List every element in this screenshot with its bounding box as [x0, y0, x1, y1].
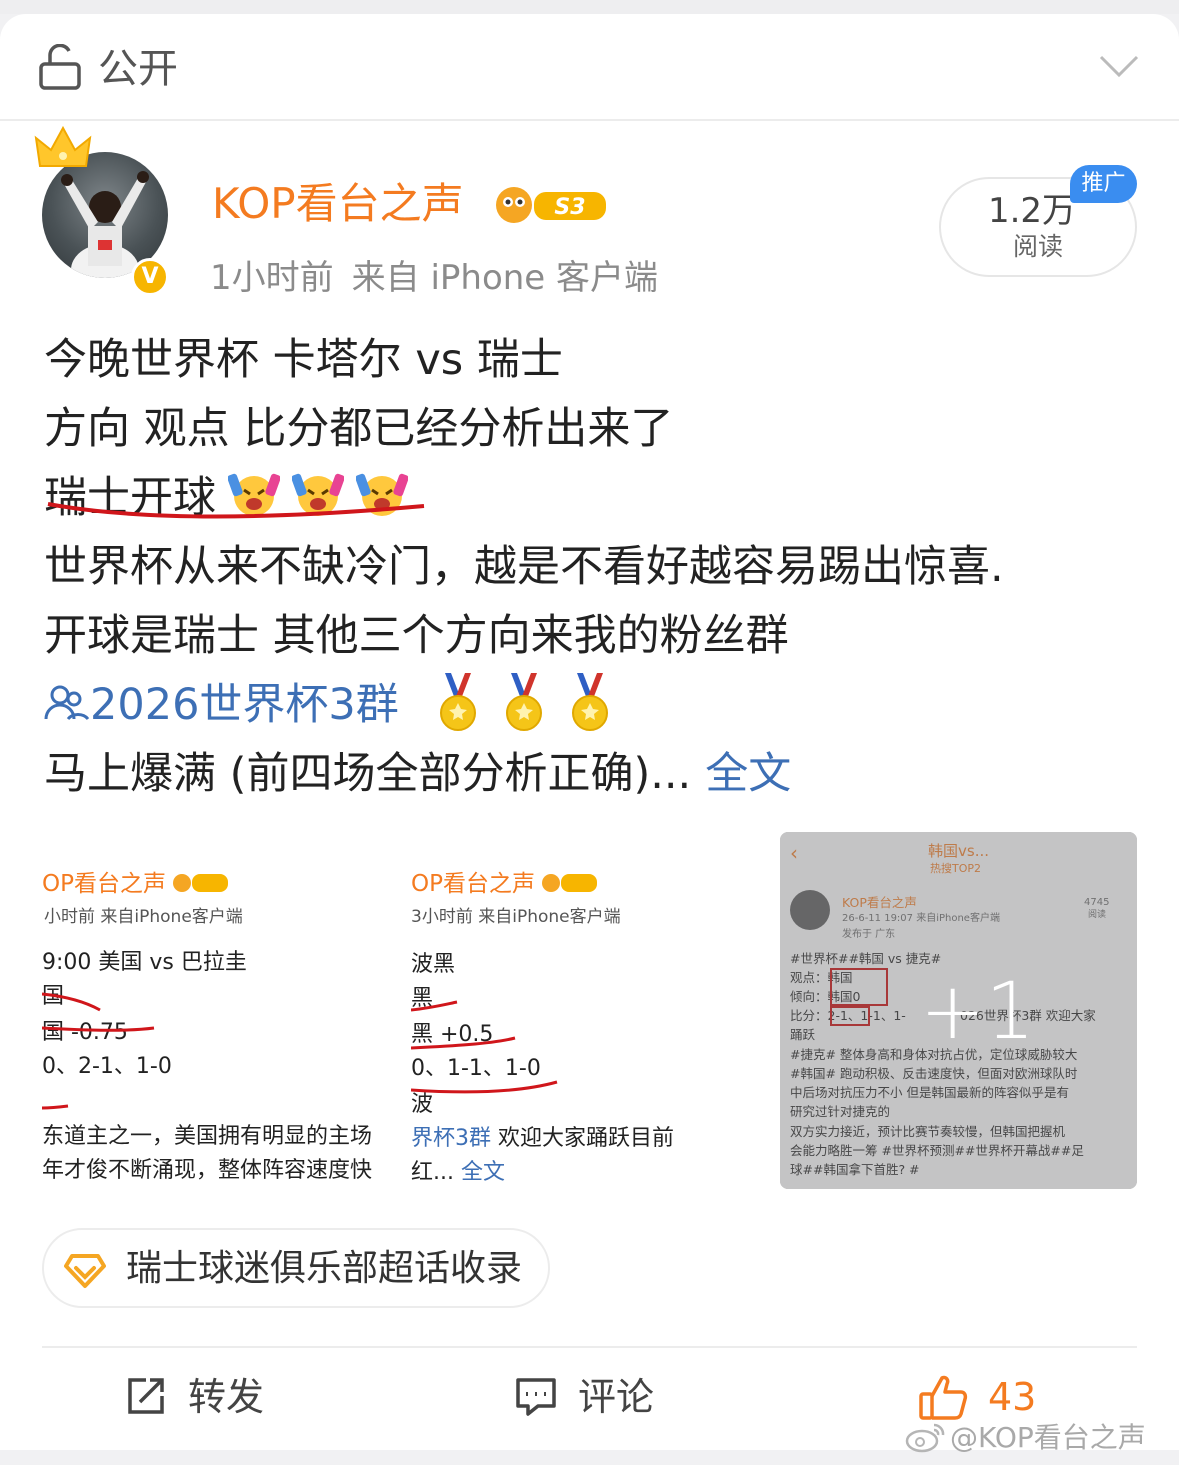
level-badge-text: S3 [554, 195, 585, 220]
thumbs-up-icon [919, 1375, 968, 1420]
post-line-1: 今晚世界杯 卡塔尔 vs 瑞士 [44, 335, 563, 385]
crown-icon [34, 126, 92, 167]
post-source: 来自 iPhone 客户端 [351, 258, 659, 298]
post-line-5: 开球是瑞士 其他三个方向来我的粉丝群 [44, 611, 789, 661]
top-strip [0, 0, 1179, 14]
post-time: 1小时前 [210, 258, 334, 298]
fan-group-link[interactable]: 2026世界杯3群 [44, 680, 399, 730]
post-last-line: 马上爆满 (前四场全部分析正确)... [44, 749, 692, 799]
post-line-6: 2026世界杯3群 [44, 671, 1144, 740]
weibo-watermark: @KOP看台之声 [904, 1418, 1146, 1458]
post-meta: 1小时前 来自 iPhone 客户端 [210, 256, 658, 300]
comment-label: 评论 [578, 1375, 655, 1419]
reads-label: 阅读 [1012, 232, 1063, 261]
red-markup-lines [42, 992, 155, 1110]
post-image-2[interactable]: OP看台之声 3小时前 来自iPhone客户端 波黑 黑 黑 +0.5 0、1-… [411, 832, 768, 1189]
diamond-icon [64, 1254, 106, 1288]
post-line-7: 马上爆满 (前四场全部分析正确)... 全文 [44, 740, 1144, 809]
author-name[interactable]: KOP看台之声 [212, 178, 464, 230]
post-line-4: 世界杯从来不缺冷门，越是不看好越容易踢出惊喜. [44, 542, 1004, 592]
post-image-3[interactable]: ‹ 韩国vs... 热搜TOP2 KOP看台之声 26-6-11 19:07 来… [780, 832, 1137, 1189]
verified-badge: V [131, 258, 169, 296]
more-images-count: +1 [920, 967, 1035, 1057]
promo-tag[interactable]: 推广 [1070, 165, 1137, 203]
post-image-1[interactable]: OP看台之声 小时前 来自iPhone客户端 9:00 美国 vs 巴拉圭 国 … [42, 832, 399, 1189]
repost-icon [128, 1378, 164, 1414]
comment-icon [516, 1378, 556, 1416]
like-count: 43 [988, 1375, 1037, 1419]
visibility-label: 公开 [98, 46, 178, 92]
post-body: 今晚世界杯 卡塔尔 vs 瑞士 方向 观点 比分都已经分析出来了 瑞士开球 世界… [44, 326, 1144, 809]
weibo-logo-icon [905, 1423, 945, 1453]
medal-icon [439, 673, 476, 731]
group-icon [44, 685, 90, 721]
post-line-2: 方向 观点 比分都已经分析出来了 [44, 404, 674, 454]
red-markup-lines [411, 1000, 558, 1094]
super-topic-label: 瑞士球迷俱乐部超话收录 [126, 1248, 523, 1289]
super-topic-tag[interactable]: 瑞士球迷俱乐部超话收录 [42, 1228, 550, 1308]
repost-label: 转发 [188, 1375, 265, 1419]
chevron-down-icon[interactable] [1098, 52, 1140, 80]
divider [42, 1346, 1137, 1348]
full-text-link[interactable]: 全文 [705, 749, 791, 799]
fan-group-label: 2026世界杯3群 [90, 680, 399, 730]
visibility-selector[interactable]: 公开 [0, 14, 1179, 121]
level-badge-icon: S3 [496, 187, 606, 223]
unlock-icon [39, 44, 81, 90]
medal-icon [505, 673, 542, 731]
red-underline-mark [47, 502, 425, 519]
medal-icon [571, 673, 608, 731]
post-card: 公开 V KOP看台之声 S3 1小时前 来自 iPhone 客户端 1.2万 … [0, 14, 1179, 1450]
